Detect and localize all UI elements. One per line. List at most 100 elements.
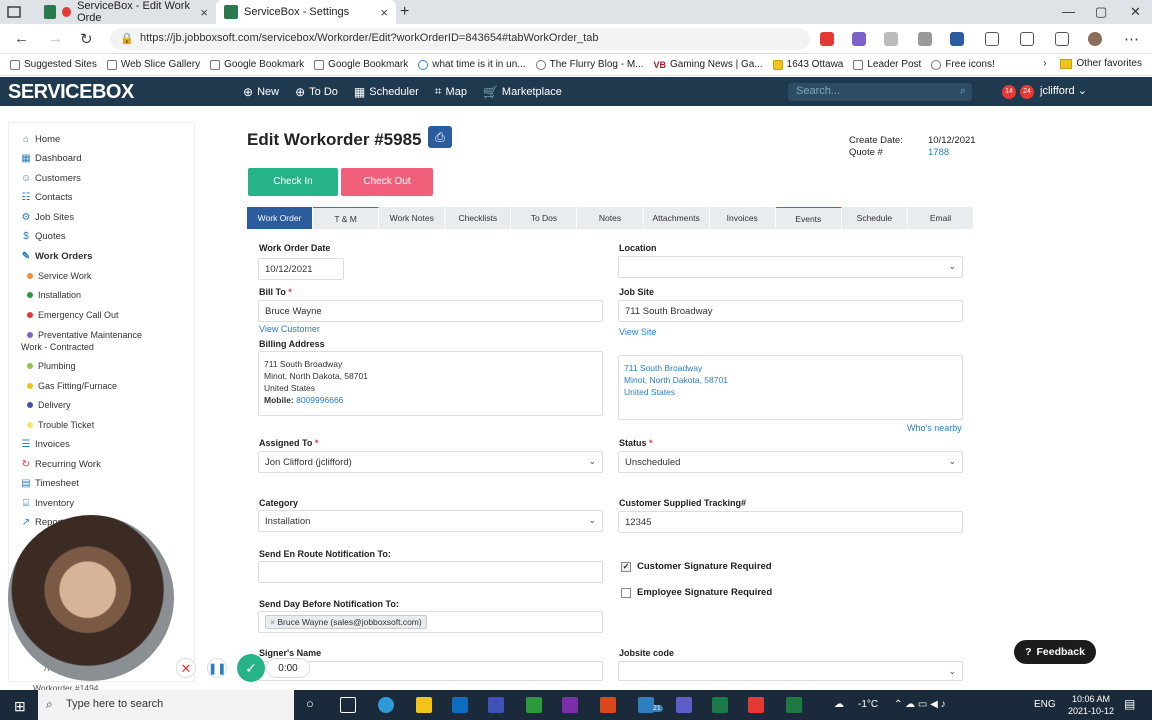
other-favorites[interactable]: › Other favorites — [1043, 58, 1142, 69]
tab-schedule[interactable]: Schedule — [842, 207, 908, 229]
view-site-link[interactable]: View Site — [619, 327, 656, 337]
bookmark-item[interactable]: Google Bookmark — [314, 59, 408, 70]
bookmark-item[interactable]: what time is it in un... — [418, 59, 526, 70]
customer-signature-checkbox[interactable]: ✓ — [621, 561, 631, 572]
employee-signature-checkbox-row[interactable]: Employee Signature Required — [621, 587, 772, 598]
jobsite-code-select[interactable]: ⌄ — [618, 661, 963, 681]
tab-t-and-m[interactable]: T & M — [313, 207, 380, 229]
tab-notes[interactable]: Notes — [577, 207, 644, 229]
sidebar-item-customers[interactable]: ☺ Customers — [21, 173, 81, 184]
sidebar-item-job-sites[interactable]: ⚙ Job Sites — [21, 212, 75, 223]
sidebar-item-recurring-work[interactable]: ↻ Recurring Work — [21, 459, 101, 470]
youtube-icon[interactable] — [748, 697, 764, 713]
recipient-chip[interactable]: × Bruce Wayne (sales@jobboxsoft.com) — [265, 615, 427, 629]
print-button[interactable]: ⎙ — [428, 126, 452, 148]
sidebar-sub-item[interactable]: Delivery — [27, 400, 71, 410]
customer-signature-checkbox-row[interactable]: ✓ Customer Signature Required — [621, 561, 772, 572]
office-icon[interactable] — [600, 697, 616, 713]
search-icon[interactable]: ⌕ — [960, 85, 966, 98]
opera-extension-icon[interactable] — [820, 32, 834, 46]
nav-new[interactable]: ⊕ New — [243, 85, 279, 99]
more-menu-icon[interactable]: ⋯ — [1124, 30, 1139, 48]
windows-start-icon[interactable]: ⊞ — [14, 698, 26, 715]
quote-link[interactable]: 1788 — [928, 147, 949, 158]
extension-icon[interactable] — [852, 32, 866, 46]
sidebar-item-home[interactable]: ⌂ Home — [21, 134, 60, 145]
day-before-notification-field[interactable]: × Bruce Wayne (sales@jobboxsoft.com) — [258, 611, 603, 633]
window-menu-icon[interactable] — [6, 4, 22, 20]
bookmark-item[interactable]: Suggested Sites — [10, 59, 97, 70]
mobile-link[interactable]: 8009996666 — [296, 395, 343, 405]
outlook-icon[interactable] — [452, 697, 468, 713]
close-icon[interactable]: × — [380, 5, 388, 20]
sidebar-item-contacts[interactable]: ☷ Contacts — [21, 192, 73, 203]
extensions-puzzle-icon[interactable] — [985, 32, 999, 46]
nav-marketplace[interactable]: 🛒 Marketplace — [483, 85, 562, 99]
work-order-date-field[interactable]: 10/12/2021 — [258, 258, 344, 280]
sidebar-sub-item[interactable]: Gas Fitting/Furnace — [27, 381, 117, 391]
teams-icon[interactable] — [676, 697, 692, 713]
weather-icon[interactable]: ☁ — [834, 699, 844, 710]
app-icon[interactable] — [526, 697, 542, 713]
sidebar-sub-item[interactable]: Plumbing — [27, 361, 76, 371]
bookmark-item[interactable]: Google Bookmark — [210, 59, 304, 70]
extension-icon[interactable] — [884, 32, 898, 46]
onenote-icon[interactable] — [562, 697, 578, 713]
remove-chip-icon[interactable]: × — [270, 617, 275, 627]
signer-name-field[interactable] — [258, 661, 603, 681]
site-address-box[interactable]: 711 South Broadway Minot, North Dakota, … — [618, 355, 963, 420]
taskbar-clock[interactable]: 10:06 AM 2021-10-12 — [1068, 693, 1114, 717]
sidebar-item-timesheet[interactable]: ▤ Timesheet — [21, 478, 79, 489]
sidebar-item-inventory[interactable]: ⌸ Inventory — [21, 498, 74, 509]
check-in-button[interactable]: Check In — [248, 168, 338, 196]
sidebar-sub-item[interactable]: Service Work — [27, 271, 91, 281]
system-tray-icons[interactable]: ⌃ ☁ ▭ ◀ ♪ — [894, 699, 946, 710]
new-tab-icon[interactable]: + — [400, 3, 409, 21]
view-customer-link[interactable]: View Customer — [259, 324, 320, 334]
refresh-icon[interactable]: ↻ — [80, 30, 93, 48]
profile-avatar[interactable] — [1088, 32, 1102, 46]
user-menu[interactable]: jclifford ⌄ — [1040, 84, 1087, 97]
chevron-right-icon[interactable]: › — [1043, 58, 1046, 69]
taskbar-search[interactable]: ⌕ Type here to search — [38, 690, 294, 720]
sidebar-sub-item[interactable]: Preventative Maintenance — [27, 330, 142, 340]
tab-work-order[interactable]: Work Order — [247, 207, 314, 229]
bookmark-item[interactable]: The Flurry Blog - M... — [535, 59, 644, 70]
tab-events[interactable]: Events — [775, 207, 842, 229]
pause-icon[interactable]: ❚❚ — [207, 658, 227, 678]
cortana-icon[interactable]: ○ — [306, 696, 314, 711]
nav-todo[interactable]: ⊕ To Do — [295, 85, 338, 99]
notification-center-icon[interactable]: ▤ — [1124, 697, 1135, 711]
bookmark-item[interactable]: Web Slice Gallery — [106, 59, 200, 70]
url-field[interactable]: 🔒 https://jb.jobboxsoft.com/servicebox/W… — [110, 28, 810, 50]
sidebar-item-work-orders[interactable]: ✎ Work Orders — [21, 251, 93, 262]
forward-icon[interactable]: → — [48, 30, 63, 47]
billing-address-box[interactable]: 711 South Broadway Minot, North Dakota, … — [258, 351, 603, 416]
tracking-field[interactable]: 12345 — [618, 511, 963, 533]
tab-to-dos[interactable]: To Dos — [511, 207, 578, 229]
category-select[interactable]: Installation ⌄ — [258, 510, 603, 532]
en-route-notification-field[interactable] — [258, 561, 603, 583]
employee-signature-checkbox[interactable] — [621, 587, 631, 598]
weather-temp[interactable]: -1°C — [858, 699, 878, 710]
maximize-icon[interactable]: ▢ — [1095, 4, 1107, 20]
extension-icon[interactable] — [918, 32, 932, 46]
tab-checklists[interactable]: Checklists — [445, 207, 512, 229]
tab-servicebox-edit[interactable]: ServiceBox - Edit Work Orde × — [36, 0, 216, 24]
sidebar-sub-item[interactable]: Trouble Ticket — [27, 420, 94, 430]
close-window-icon[interactable]: ✕ — [1130, 4, 1141, 20]
job-site-field[interactable]: 711 South Broadway — [618, 300, 963, 322]
whos-nearby-link[interactable]: Who's nearby — [907, 423, 962, 433]
bookmark-item[interactable]: 1643 Ottawa — [772, 59, 843, 70]
app-icon[interactable] — [488, 697, 504, 713]
finish-recording-icon[interactable]: ✓ — [237, 654, 265, 682]
status-select[interactable]: Unscheduled ⌄ — [618, 451, 963, 473]
assigned-to-select[interactable]: Jon Clifford (jclifford) ⌄ — [258, 451, 603, 473]
stop-recording-icon[interactable]: ✕ — [176, 658, 196, 678]
task-view-icon[interactable] — [340, 697, 356, 713]
notification-badge[interactable]: 14 — [1002, 85, 1016, 99]
extension-icon[interactable] — [950, 32, 964, 46]
file-explorer-icon[interactable] — [416, 697, 432, 713]
sidebar-item-quotes[interactable]: $ Quotes — [21, 231, 65, 242]
location-select[interactable]: ⌄ — [618, 256, 963, 278]
